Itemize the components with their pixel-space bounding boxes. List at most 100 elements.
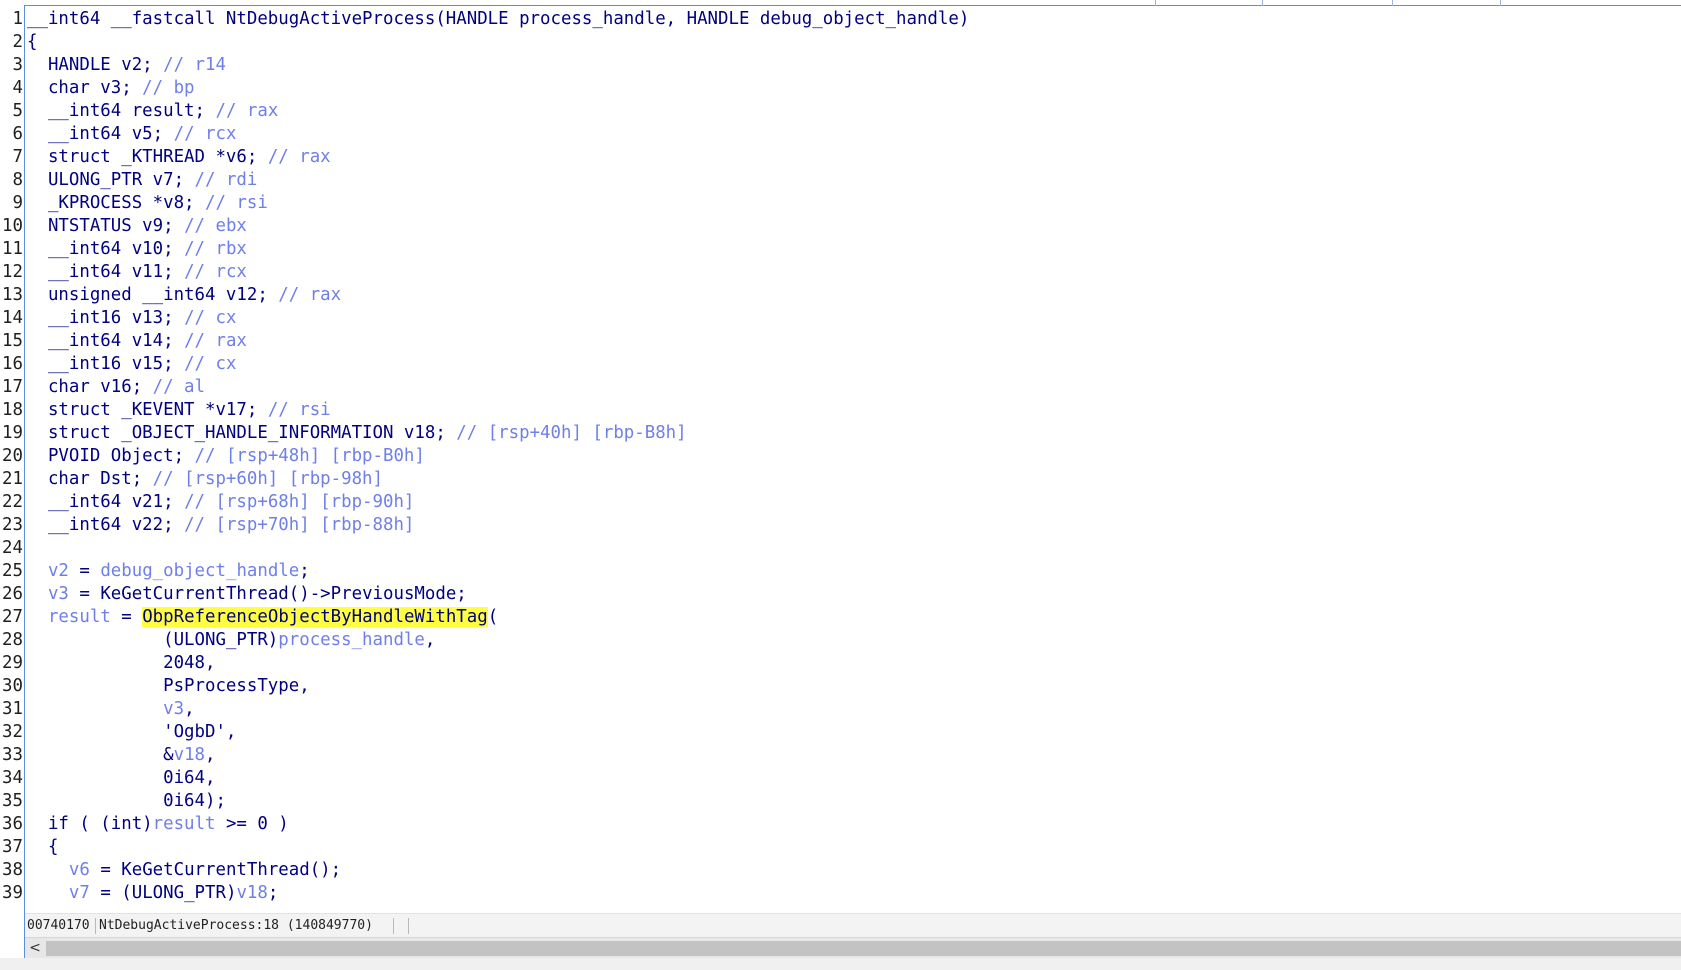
code-text[interactable]: { — [27, 31, 37, 54]
code-line[interactable]: 16 __int16 v15; // cx — [0, 353, 1681, 376]
code-line[interactable]: 5 __int64 result; // rax — [0, 100, 1681, 123]
code-line[interactable]: 30 PsProcessType, — [0, 675, 1681, 698]
code-line[interactable]: 32 'OgbD', — [0, 721, 1681, 744]
code-text[interactable]: v2 = debug_object_handle; — [27, 560, 310, 583]
status-separator — [408, 918, 409, 934]
code-line[interactable]: 22 __int64 v21; // [rsp+68h] [rbp-90h] — [0, 491, 1681, 514]
code-line[interactable]: 11 __int64 v10; // rbx — [0, 238, 1681, 261]
code-line[interactable]: 6 __int64 v5; // rcx — [0, 123, 1681, 146]
line-number: 8 — [12, 170, 23, 190]
line-number: 16 — [2, 354, 23, 374]
code-text[interactable]: char v16; // al — [27, 376, 205, 399]
code-text[interactable]: ULONG_PTR v7; // rdi — [27, 169, 257, 192]
code-line[interactable]: 34 0i64, — [0, 767, 1681, 790]
code-line[interactable]: 18 struct _KEVENT *v17; // rsi — [0, 399, 1681, 422]
code-text[interactable]: struct _KTHREAD *v6; // rax — [27, 146, 331, 169]
code-text[interactable]: 0i64, — [27, 767, 215, 790]
code-line[interactable]: 25 v2 = debug_object_handle; — [0, 560, 1681, 583]
code-line[interactable]: 23 __int64 v22; // [rsp+70h] [rbp-88h] — [0, 514, 1681, 537]
line-number: 38 — [2, 860, 23, 880]
code-line[interactable]: 17 char v16; // al — [0, 376, 1681, 399]
code-text[interactable]: 'OgbD', — [27, 721, 236, 744]
line-number: 33 — [2, 745, 23, 765]
line-number: 20 — [2, 446, 23, 466]
code-line[interactable]: 31 v3, — [0, 698, 1681, 721]
code-text[interactable]: PVOID Object; // [rsp+48h] [rbp-B0h] — [27, 445, 425, 468]
line-number: 25 — [2, 561, 23, 581]
code-text[interactable]: __int64 v10; // rbx — [27, 238, 247, 261]
code-text[interactable]: 2048, — [27, 652, 215, 675]
code-text[interactable]: __int64 v21; // [rsp+68h] [rbp-90h] — [27, 491, 414, 514]
line-number: 29 — [2, 653, 23, 673]
code-text[interactable]: struct _OBJECT_HANDLE_INFORMATION v18; /… — [27, 422, 687, 445]
code-line[interactable]: 14 __int16 v13; // cx — [0, 307, 1681, 330]
line-number: 2 — [12, 32, 23, 52]
code-text[interactable]: char Dst; // [rsp+60h] [rbp-98h] — [27, 468, 383, 491]
code-text[interactable]: NTSTATUS v9; // ebx — [27, 215, 247, 238]
code-text[interactable]: { — [27, 836, 58, 859]
code-text[interactable]: __int64 result; // rax — [27, 100, 278, 123]
code-line[interactable]: 3 HANDLE v2; // r14 — [0, 54, 1681, 77]
code-text[interactable]: unsigned __int64 v12; // rax — [27, 284, 341, 307]
code-text[interactable]: HANDLE v2; // r14 — [27, 54, 226, 77]
line-number: 9 — [12, 193, 23, 213]
code-line[interactable]: 37 { — [0, 836, 1681, 859]
code-line[interactable]: 29 2048, — [0, 652, 1681, 675]
code-line[interactable]: 13 unsigned __int64 v12; // rax — [0, 284, 1681, 307]
code-line[interactable]: 21 char Dst; // [rsp+60h] [rbp-98h] — [0, 468, 1681, 491]
code-line[interactable]: 24 — [0, 537, 1681, 560]
code-line[interactable]: 28 (ULONG_PTR)process_handle, — [0, 629, 1681, 652]
scroll-left-arrow-icon[interactable]: < — [25, 938, 45, 959]
code-line[interactable]: 36 if ( (int)result >= 0 ) — [0, 813, 1681, 836]
code-text[interactable]: &v18, — [27, 744, 215, 767]
code-text[interactable]: char v3; // bp — [27, 77, 195, 100]
line-number: 1 — [12, 9, 23, 29]
code-line[interactable]: 38 v6 = KeGetCurrentThread(); — [0, 859, 1681, 882]
horizontal-scrollbar[interactable]: < — [25, 937, 1681, 959]
code-line[interactable]: 9 _KPROCESS *v8; // rsi — [0, 192, 1681, 215]
code-text[interactable]: v3, — [27, 698, 194, 721]
line-number: 4 — [12, 78, 23, 98]
line-number: 21 — [2, 469, 23, 489]
code-line[interactable]: 8 ULONG_PTR v7; // rdi — [0, 169, 1681, 192]
line-number: 12 — [2, 262, 23, 282]
code-text[interactable]: 0i64); — [27, 790, 226, 813]
code-line[interactable]: 35 0i64); — [0, 790, 1681, 813]
code-line[interactable]: 33 &v18, — [0, 744, 1681, 767]
code-line[interactable]: 15 __int64 v14; // rax — [0, 330, 1681, 353]
code-line[interactable]: 10 NTSTATUS v9; // ebx — [0, 215, 1681, 238]
code-line[interactable]: 39 v7 = (ULONG_PTR)v18; — [0, 882, 1681, 905]
code-text[interactable]: if ( (int)result >= 0 ) — [27, 813, 289, 836]
code-line[interactable]: 19 struct _OBJECT_HANDLE_INFORMATION v18… — [0, 422, 1681, 445]
status-address: 00740170 — [27, 918, 90, 933]
code-line[interactable]: 27 result = ObpReferenceObjectByHandleWi… — [0, 606, 1681, 629]
code-text[interactable]: __int64 v14; // rax — [27, 330, 247, 353]
code-line[interactable]: 12 __int64 v11; // rcx — [0, 261, 1681, 284]
code-text[interactable]: __int64 v22; // [rsp+70h] [rbp-88h] — [27, 514, 414, 537]
line-number: 11 — [2, 239, 23, 259]
code-line[interactable]: 4 char v3; // bp — [0, 77, 1681, 100]
line-number: 27 — [2, 607, 23, 627]
code-line[interactable]: 26 v3 = KeGetCurrentThread()->PreviousMo… — [0, 583, 1681, 606]
line-number: 15 — [2, 331, 23, 351]
code-text[interactable]: v6 = KeGetCurrentThread(); — [27, 859, 341, 882]
code-text[interactable]: PsProcessType, — [27, 675, 310, 698]
code-text[interactable]: __int16 v15; // cx — [27, 353, 236, 376]
code-line[interactable]: 1 __int64 __fastcall NtDebugActiveProcess… — [0, 8, 1681, 31]
code-line[interactable]: 7 struct _KTHREAD *v6; // rax — [0, 146, 1681, 169]
code-text[interactable]: v7 = (ULONG_PTR)v18; — [27, 882, 278, 905]
code-text[interactable]: result = ObpReferenceObjectByHandleWithT… — [27, 606, 498, 629]
code-text[interactable]: v3 = KeGetCurrentThread()->PreviousMode; — [27, 583, 467, 606]
code-text[interactable]: __int64 __fastcall NtDebugActiveProcess(… — [27, 8, 969, 31]
code-text[interactable]: __int64 v11; // rcx — [27, 261, 247, 284]
code-text[interactable]: _KPROCESS *v8; // rsi — [27, 192, 268, 215]
code-text[interactable]: __int64 v5; // rcx — [27, 123, 236, 146]
code-text[interactable]: __int16 v13; // cx — [27, 307, 236, 330]
code-line[interactable]: 20 PVOID Object; // [rsp+48h] [rbp-B0h] — [0, 445, 1681, 468]
code-line[interactable]: 2{ — [0, 31, 1681, 54]
scroll-thumb[interactable] — [46, 941, 1681, 956]
line-number: 19 — [2, 423, 23, 443]
code-text[interactable]: struct _KEVENT *v17; // rsi — [27, 399, 331, 422]
code-area[interactable]: 1 __int64 __fastcall NtDebugActiveProcess… — [0, 8, 1681, 905]
code-text[interactable]: (ULONG_PTR)process_handle, — [27, 629, 435, 652]
